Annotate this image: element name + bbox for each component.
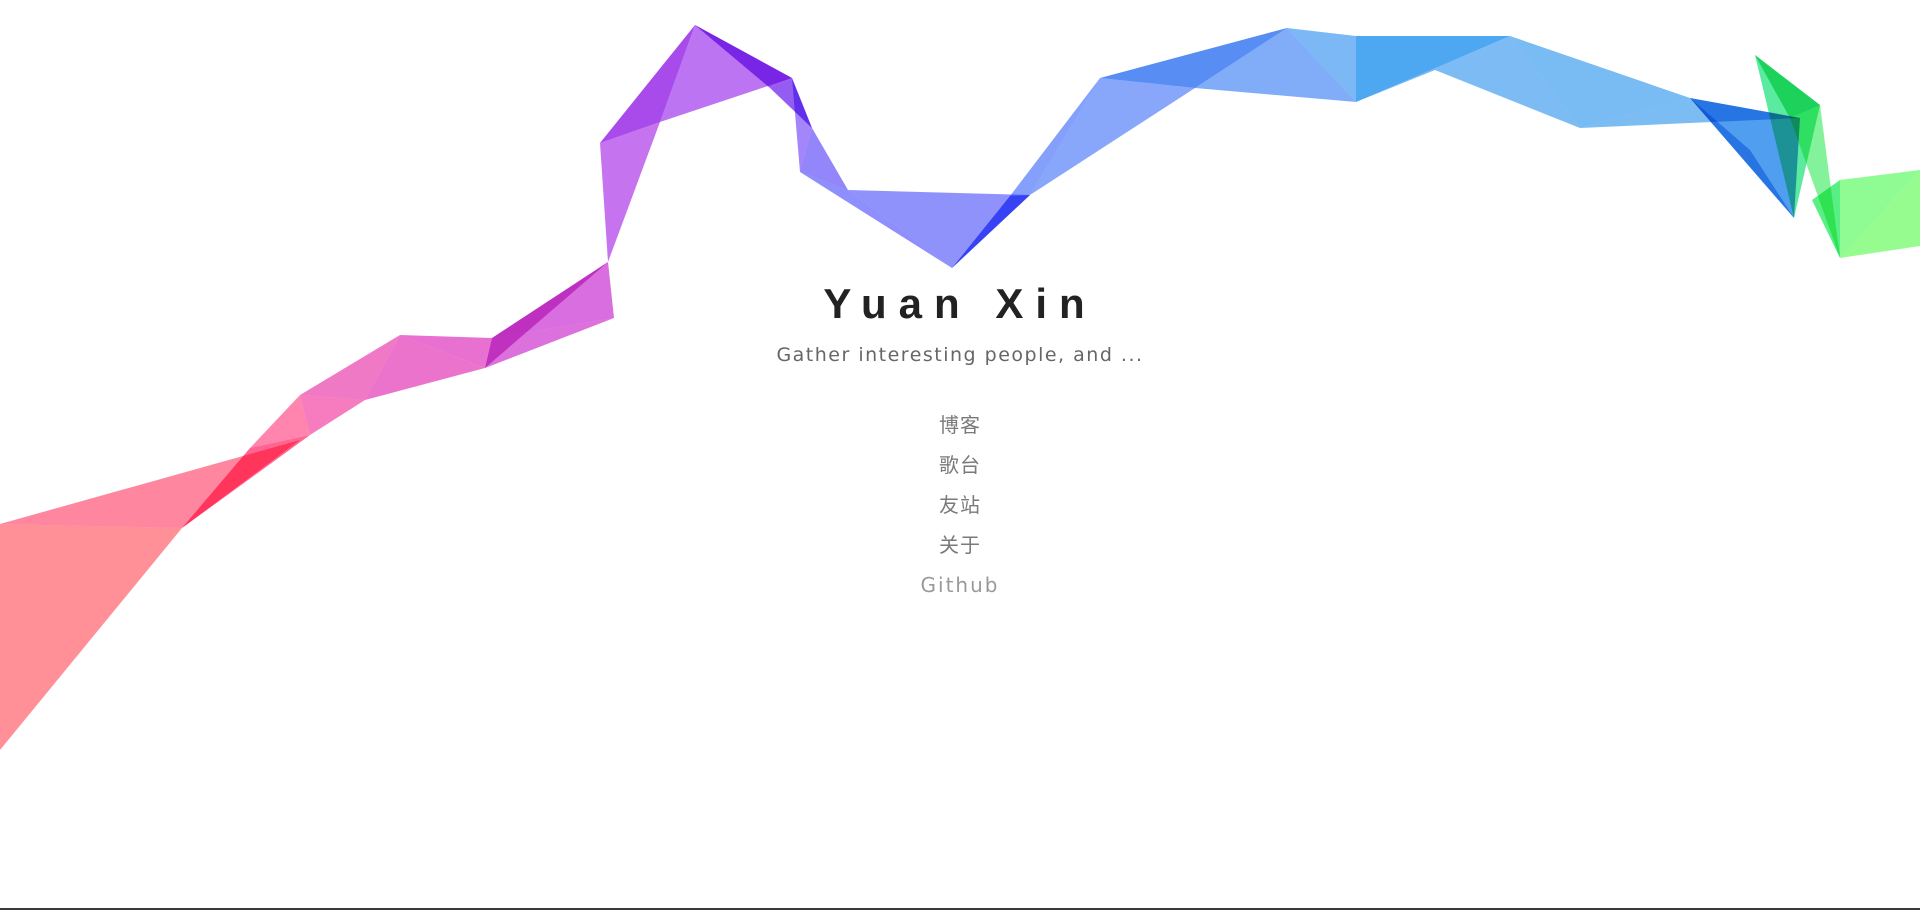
nav-item-about: 关于 xyxy=(0,530,1920,570)
nav-item-music: 歌台 xyxy=(0,450,1920,490)
page: Yuan Xin Gather interesting people, and … xyxy=(0,0,1920,910)
nav-link-friends[interactable]: 友站 xyxy=(939,493,981,517)
nav-item-blog: 博客 xyxy=(0,410,1920,450)
site-title: Yuan Xin xyxy=(823,280,1097,327)
nav-link-about[interactable]: 关于 xyxy=(939,533,981,557)
nav-link-blog[interactable]: 博客 xyxy=(939,413,981,437)
nav-link-music[interactable]: 歌台 xyxy=(939,453,981,477)
nav-item-github: Github xyxy=(0,570,1920,610)
site-subtitle: Gather interesting people, and ... xyxy=(776,344,1144,366)
main-nav: 博客 歌台 友站 关于 Github xyxy=(0,410,1920,610)
nav-item-friends: 友站 xyxy=(0,490,1920,530)
nav-link-github[interactable]: Github xyxy=(921,573,1000,597)
